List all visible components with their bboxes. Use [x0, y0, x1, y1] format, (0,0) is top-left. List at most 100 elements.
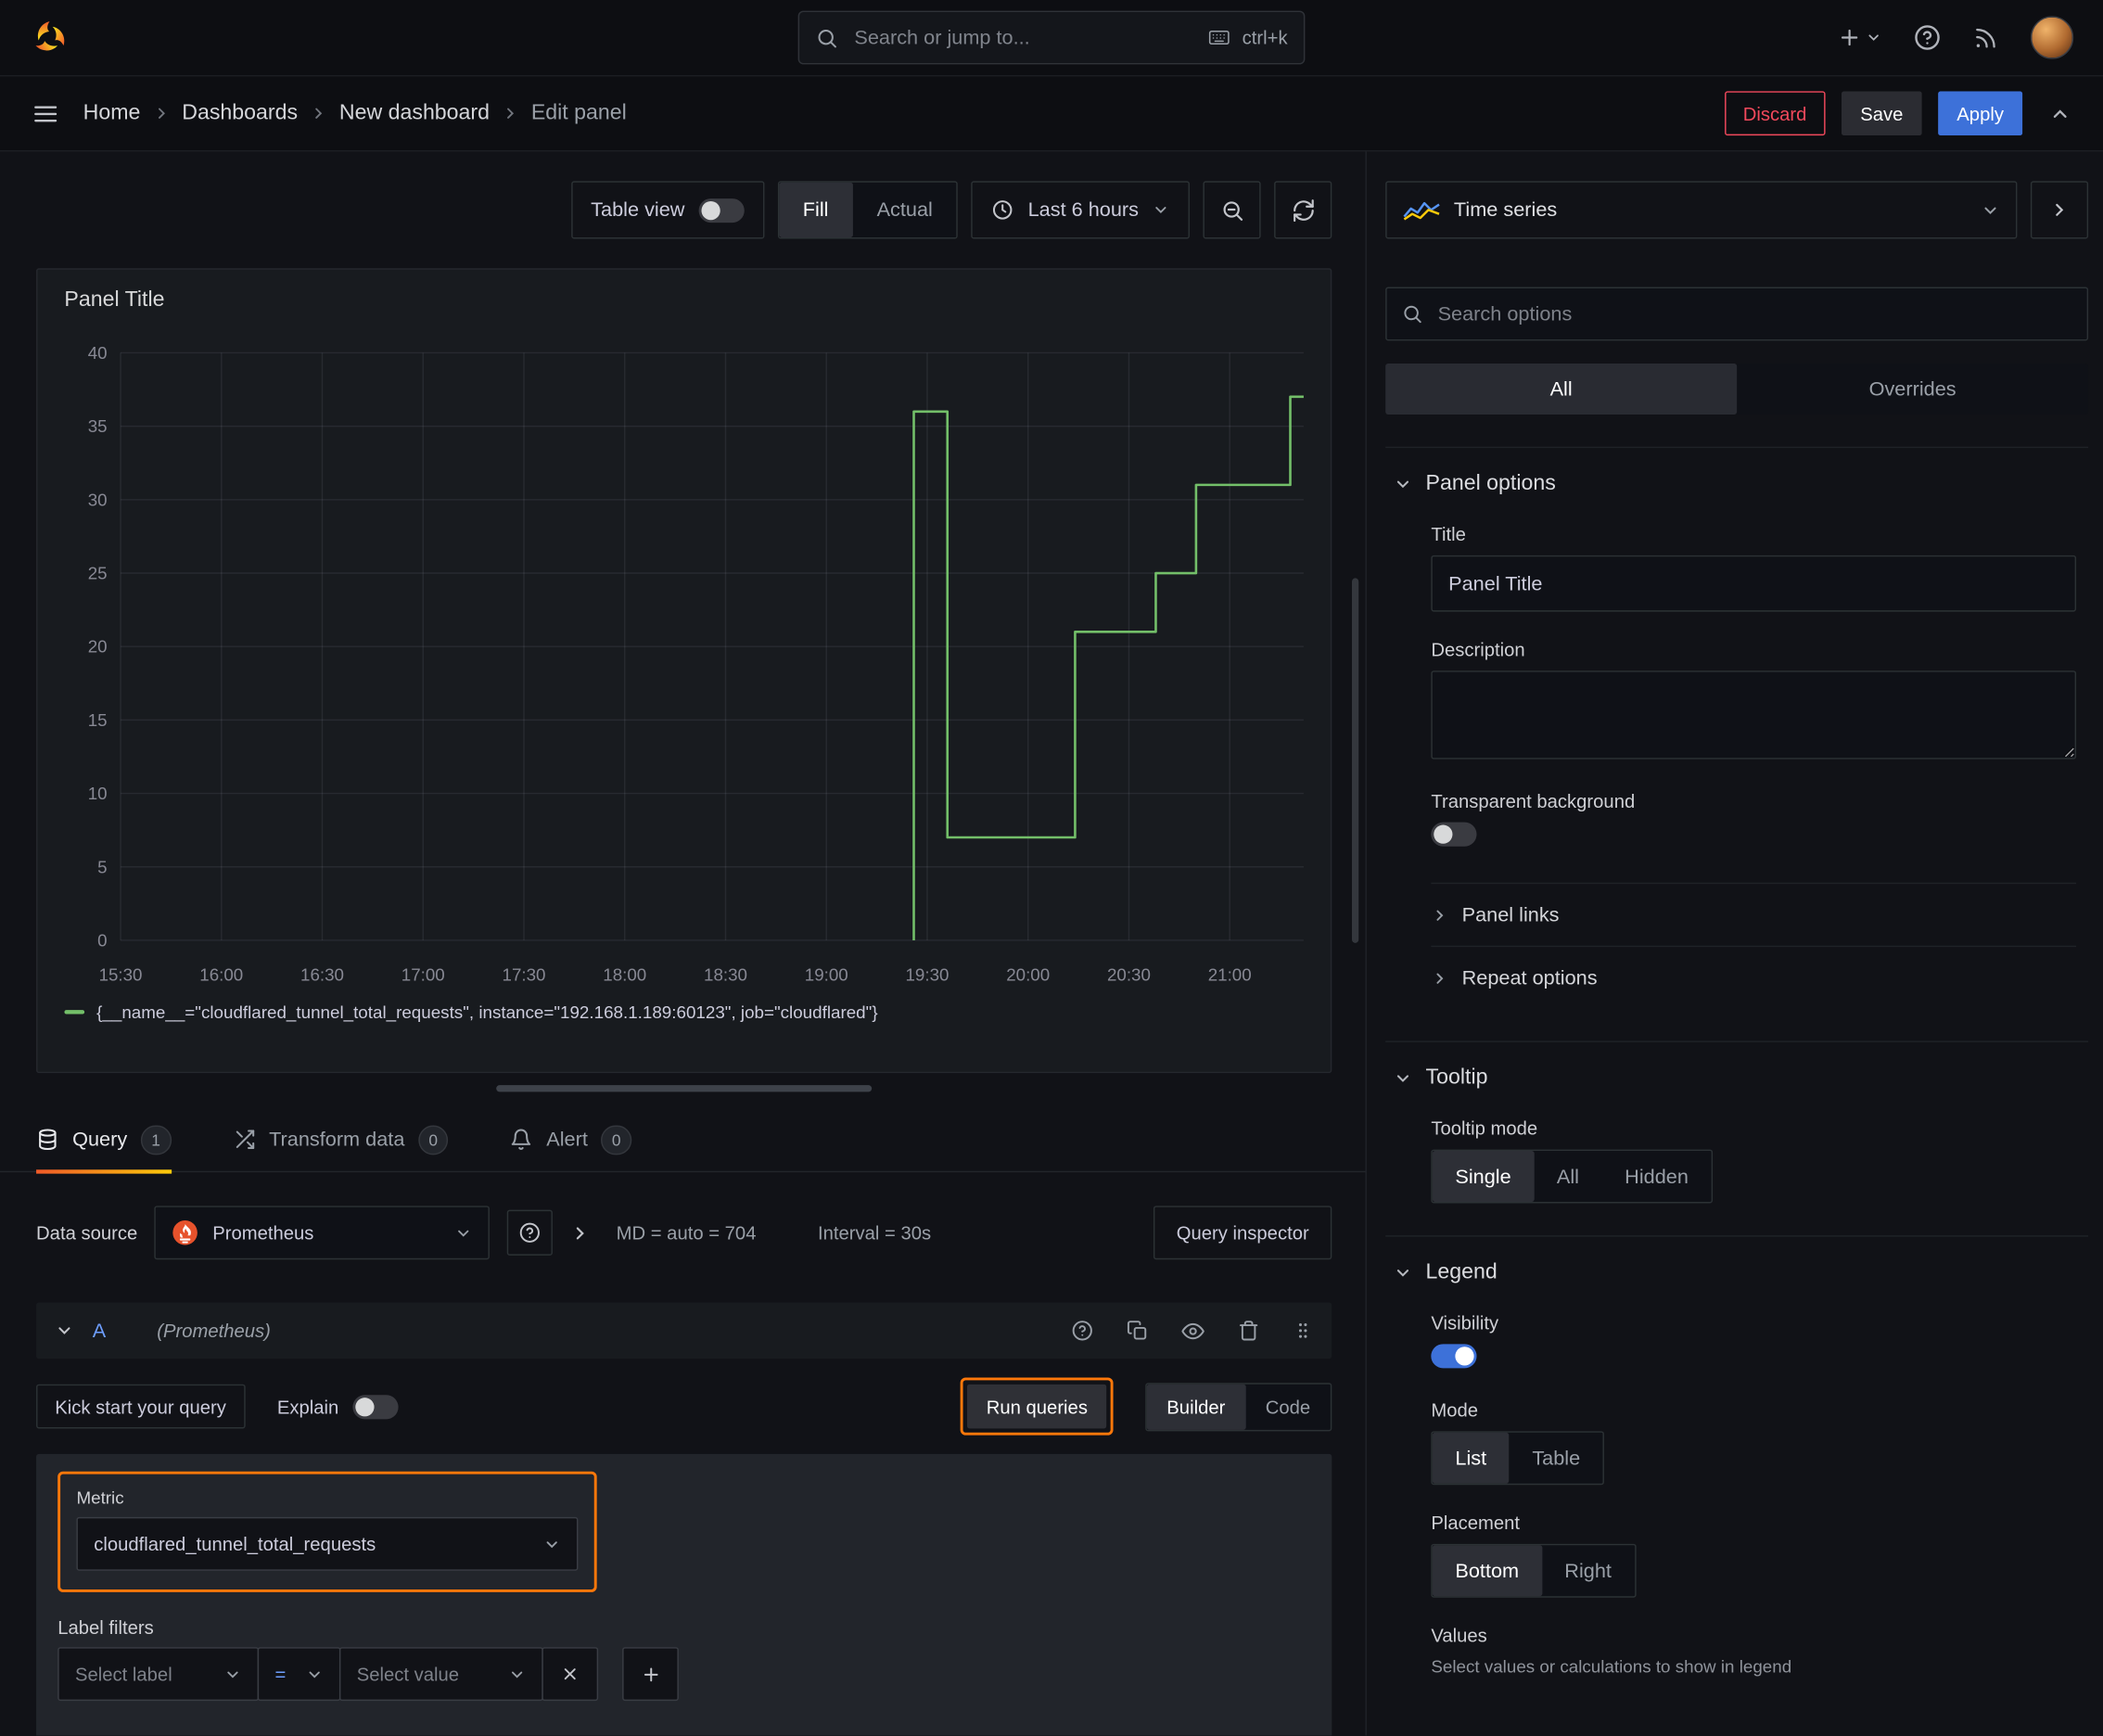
- tab-alert[interactable]: Alert 0: [510, 1107, 632, 1171]
- description-field: Description: [1431, 639, 2077, 764]
- chevron-right-icon: [152, 105, 170, 122]
- metric-select[interactable]: cloudflared_tunnel_total_requests: [76, 1516, 579, 1571]
- tab-overrides[interactable]: Overrides: [1737, 364, 2088, 415]
- transparent-background-toggle[interactable]: [1431, 822, 1477, 847]
- placement-right[interactable]: Right: [1542, 1545, 1635, 1596]
- remove-filter-button[interactable]: [542, 1647, 599, 1702]
- svg-text:20:00: 20:00: [1006, 964, 1050, 984]
- refresh-button[interactable]: [1274, 181, 1332, 239]
- tooltip-mode-all[interactable]: All: [1534, 1151, 1601, 1202]
- toggle-viz-pane-button[interactable]: [2030, 181, 2089, 239]
- top-nav: ctrl+k: [0, 0, 2103, 77]
- save-button[interactable]: Save: [1842, 91, 1922, 136]
- time-series-chart[interactable]: 0 5 10 15 20 25 30 35 40 15:30 16:00 16:30 17:00 17:3…: [59, 326, 1312, 996]
- zoom-out-button[interactable]: [1203, 181, 1261, 239]
- svg-text:16:30: 16:30: [300, 964, 344, 984]
- table-view-toggle[interactable]: [697, 198, 745, 223]
- global-search[interactable]: ctrl+k: [797, 10, 1306, 65]
- tab-all[interactable]: All: [1385, 363, 1738, 415]
- tooltip-section-header[interactable]: Tooltip: [1385, 1066, 2088, 1091]
- pane-resize-handle[interactable]: [496, 1085, 873, 1092]
- left-scrollbar[interactable]: [1352, 578, 1359, 943]
- query-help-button[interactable]: [1072, 1320, 1093, 1341]
- svg-text:30: 30: [88, 490, 108, 509]
- mega-menu-toggle[interactable]: [32, 100, 59, 127]
- run-queries-button[interactable]: Run queries: [967, 1384, 1107, 1429]
- title-field: Title: [1431, 523, 2077, 612]
- tab-transform-label: Transform data: [269, 1128, 405, 1152]
- panel-description-input[interactable]: [1431, 670, 2077, 760]
- select-label-dropdown[interactable]: Select label: [57, 1647, 260, 1702]
- user-avatar[interactable]: [2030, 16, 2074, 59]
- tab-transform[interactable]: Transform data 0: [233, 1107, 449, 1171]
- query-inspector-button[interactable]: Query inspector: [1153, 1206, 1332, 1260]
- chevron-down-icon: [543, 1535, 561, 1552]
- legend-section: Legend Visibility Mode List Table Placem…: [1385, 1235, 2089, 1677]
- actual-option[interactable]: Actual: [853, 183, 957, 237]
- table-view-control[interactable]: Table view: [570, 181, 764, 239]
- breadcrumb-home[interactable]: Home: [83, 101, 141, 125]
- apply-button[interactable]: Apply: [1938, 91, 2023, 136]
- news-button[interactable]: [1973, 25, 1998, 50]
- breadcrumb-new-dashboard[interactable]: New dashboard: [339, 101, 490, 125]
- options-search-input[interactable]: [1385, 287, 2089, 341]
- placement-bottom[interactable]: Bottom: [1432, 1545, 1542, 1597]
- tooltip-section-title: Tooltip: [1425, 1066, 1488, 1090]
- hamburger-icon: [32, 100, 59, 127]
- explain-toggle[interactable]: [351, 1394, 398, 1419]
- interval-stat: Interval = 30s: [818, 1221, 932, 1244]
- breadcrumb-dashboards[interactable]: Dashboards: [182, 101, 298, 125]
- add-menu-button[interactable]: [1838, 25, 1882, 49]
- drag-query-handle[interactable]: [1293, 1320, 1313, 1341]
- hide-query-button[interactable]: [1181, 1320, 1204, 1343]
- legend-values-field: Values Select values or calculations to …: [1431, 1625, 2076, 1677]
- legend-visibility-toggle[interactable]: [1431, 1344, 1477, 1369]
- prometheus-icon: [172, 1219, 199, 1246]
- datasource-help-button[interactable]: [507, 1209, 554, 1256]
- query-options-expand[interactable]: [570, 1222, 591, 1243]
- panel-links-section[interactable]: Panel links: [1431, 882, 2077, 946]
- operator-dropdown[interactable]: =: [257, 1647, 341, 1702]
- duplicate-query-button[interactable]: [1127, 1320, 1148, 1341]
- time-range-picker[interactable]: Last 6 hours: [971, 181, 1190, 239]
- select-value-dropdown[interactable]: Select value: [338, 1647, 543, 1702]
- panel-title-input[interactable]: [1431, 555, 2077, 612]
- tooltip-mode-hidden[interactable]: Hidden: [1602, 1151, 1712, 1202]
- datasource-picker[interactable]: Prometheus: [155, 1206, 491, 1260]
- explain-label: Explain: [276, 1396, 339, 1418]
- svg-text:19:00: 19:00: [805, 964, 848, 984]
- collapse-query-icon[interactable]: [55, 1321, 73, 1340]
- chevron-down-icon: [508, 1666, 526, 1683]
- legend-label[interactable]: {__name__="cloudflared_tunnel_total_requ…: [96, 1002, 877, 1022]
- legend-mode-table[interactable]: Table: [1510, 1433, 1603, 1484]
- options-search[interactable]: [1385, 287, 2089, 341]
- legend-mode-list[interactable]: List: [1432, 1432, 1510, 1484]
- help-button[interactable]: [1914, 24, 1941, 51]
- table-view-label: Table view: [591, 198, 685, 222]
- query-row-header[interactable]: A (Prometheus): [36, 1302, 1332, 1359]
- panel-options-header[interactable]: Panel options: [1385, 472, 2088, 496]
- kick-start-button[interactable]: Kick start your query: [36, 1384, 246, 1429]
- delete-query-button[interactable]: [1238, 1320, 1259, 1341]
- legend-section-header[interactable]: Legend: [1385, 1261, 2088, 1285]
- svg-text:19:30: 19:30: [906, 964, 950, 984]
- visualization-picker[interactable]: Time series: [1385, 181, 2018, 239]
- code-option[interactable]: Code: [1245, 1384, 1331, 1429]
- panel-edit-left: Table view Fill Actual Last 6 hours Pane…: [0, 151, 1366, 1736]
- visualization-name: Time series: [1453, 198, 1558, 222]
- panel-title[interactable]: Panel Title: [64, 288, 1311, 313]
- query-ref-id[interactable]: A: [93, 1320, 106, 1343]
- global-search-input[interactable]: [851, 24, 1193, 51]
- grafana-logo-icon[interactable]: [30, 18, 70, 57]
- discard-button[interactable]: Discard: [1724, 91, 1826, 136]
- collapse-pane-button[interactable]: [2049, 103, 2071, 124]
- builder-option[interactable]: Builder: [1146, 1383, 1246, 1430]
- tooltip-mode-single[interactable]: Single: [1432, 1151, 1535, 1202]
- svg-text:18:00: 18:00: [603, 964, 646, 984]
- grip-icon: [1293, 1320, 1313, 1341]
- x-icon: [561, 1665, 580, 1683]
- tab-query[interactable]: Query 1: [36, 1107, 172, 1173]
- repeat-options-section[interactable]: Repeat options: [1431, 945, 2077, 1009]
- fill-option[interactable]: Fill: [778, 182, 853, 238]
- add-filter-button[interactable]: [622, 1647, 679, 1702]
